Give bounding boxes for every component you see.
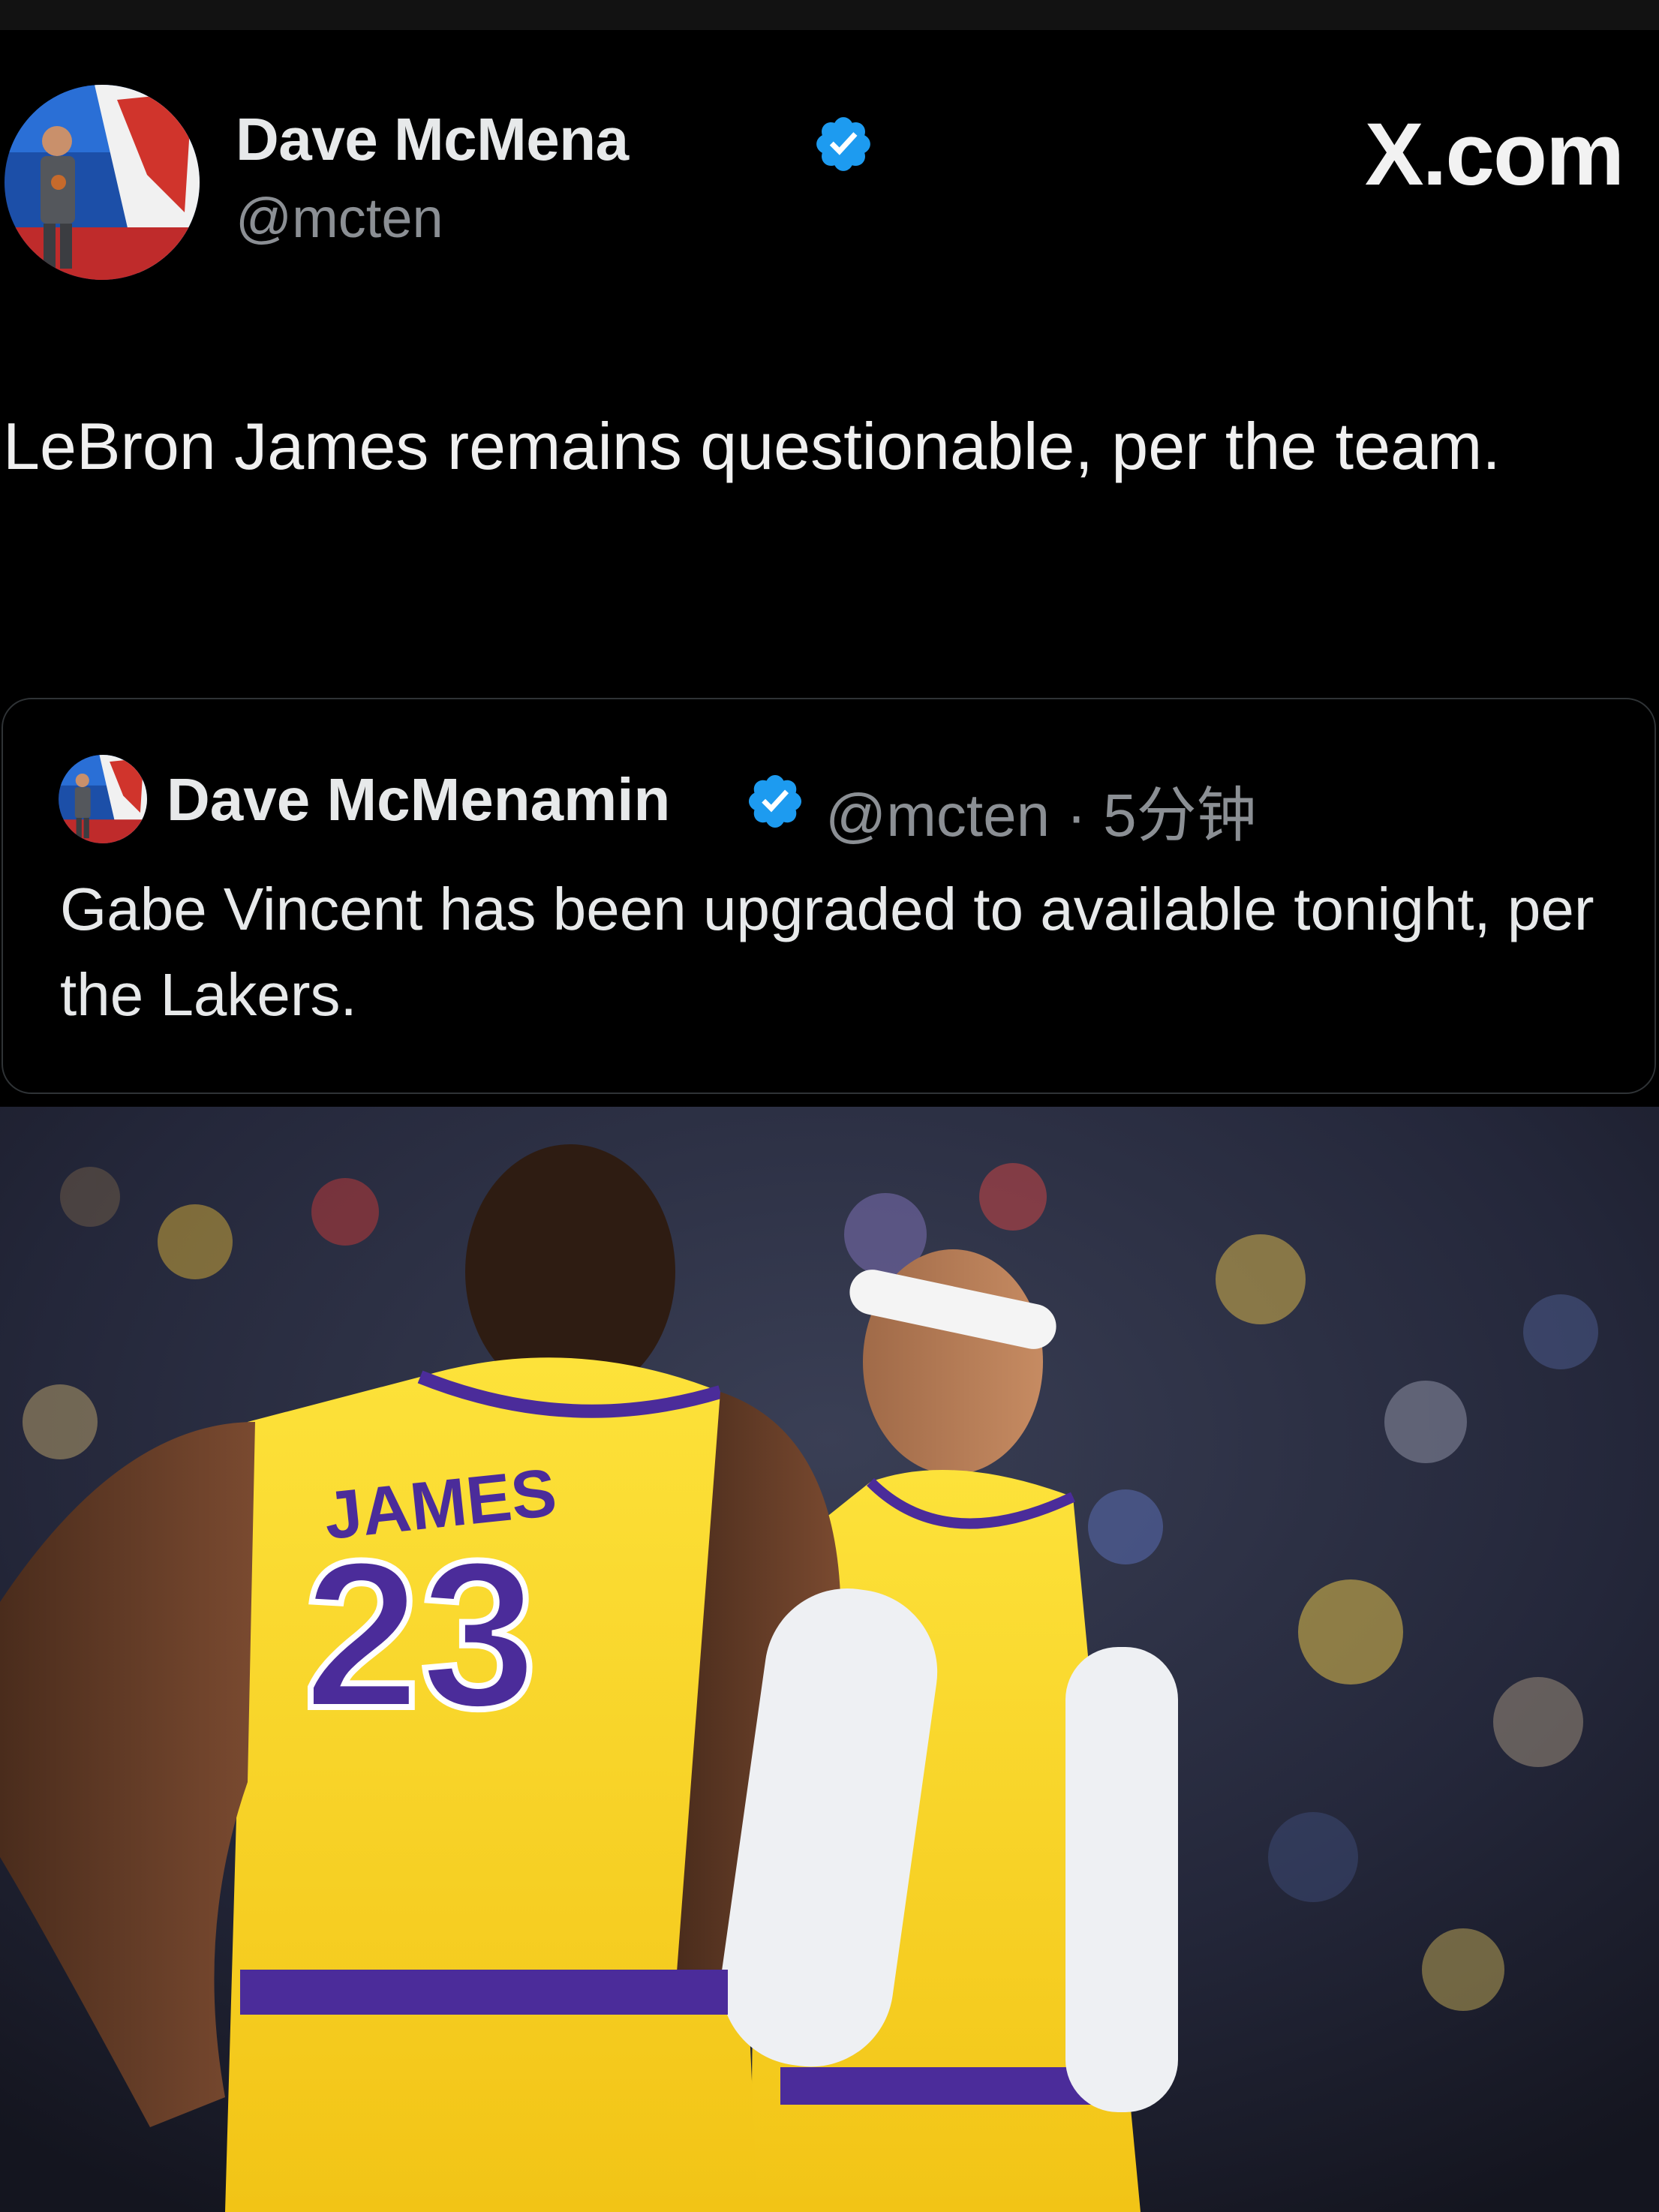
tweet-media-photo[interactable]: JAMES 23 xyxy=(0,1107,1659,2212)
quoted-author-avatar[interactable] xyxy=(59,755,147,843)
verified-badge-icon xyxy=(816,117,870,171)
quoted-handle-and-time[interactable]: @mcten · 5分钟 xyxy=(825,767,1257,854)
basketball-players-image: JAMES 23 xyxy=(0,1107,1659,2212)
top-status-strip xyxy=(0,0,1659,30)
author-display-name[interactable]: Dave McMena xyxy=(236,105,629,174)
x-com-brand-label: X.com xyxy=(1364,105,1624,204)
quoted-author-display-name[interactable]: Dave McMenamin xyxy=(167,765,670,834)
avatar-image xyxy=(5,85,200,280)
jersey-number: 23 xyxy=(303,1518,536,1752)
author-avatar[interactable] xyxy=(5,85,200,280)
avatar-image xyxy=(59,755,147,843)
quoted-tweet-text: Gabe Vincent has been upgraded to availa… xyxy=(60,876,1594,1028)
verified-badge-icon xyxy=(748,774,802,828)
author-handle[interactable]: @mcten xyxy=(236,186,443,250)
tweet-text: LeBron James remains questionable, per t… xyxy=(3,409,1501,483)
